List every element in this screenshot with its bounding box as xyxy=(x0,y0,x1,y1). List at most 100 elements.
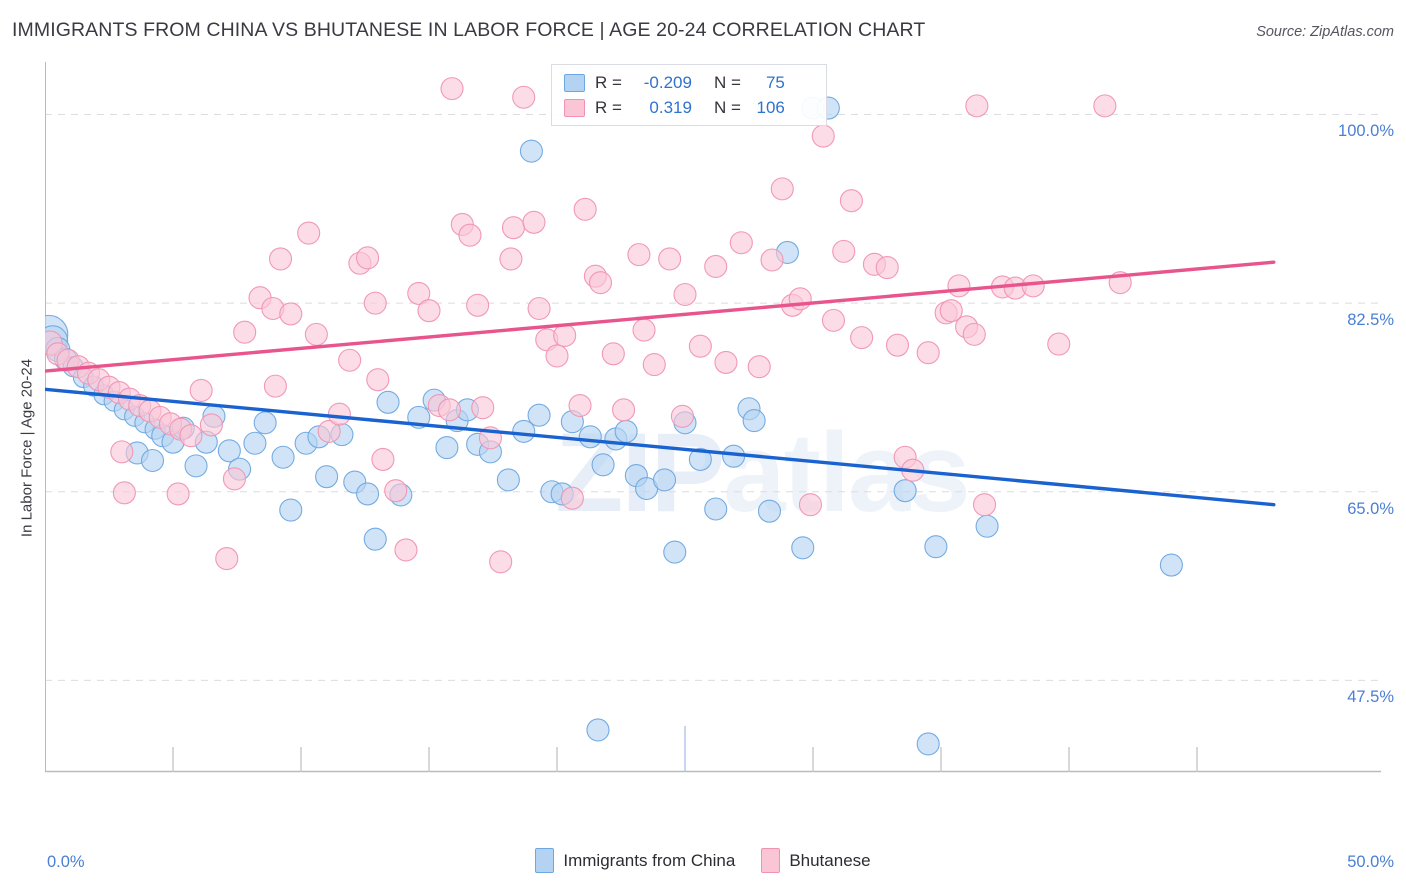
scatter-point-bhutanese xyxy=(704,254,728,279)
scatter-point-china xyxy=(363,527,387,551)
scatter-point-bhutanese xyxy=(962,322,986,346)
scatter-point-bhutanese xyxy=(222,467,246,491)
scatter-point-bhutanese xyxy=(965,94,989,118)
scatter-point-bhutanese xyxy=(437,398,462,422)
scatter-point-bhutanese xyxy=(263,374,287,398)
scatter-point-bhutanese xyxy=(297,221,321,245)
scatter-point-china xyxy=(1159,553,1183,577)
scatter-point-china xyxy=(916,732,940,756)
scatter-point-bhutanese xyxy=(627,243,651,267)
stats-row: R = 0.319 N = 106 xyxy=(564,95,816,120)
scatter-point-china xyxy=(519,139,543,163)
scatter-point-bhutanese xyxy=(304,322,328,346)
scatter-point-china xyxy=(591,453,615,477)
scatter-point-bhutanese xyxy=(553,323,577,348)
n-value: 75 xyxy=(765,72,785,92)
legend-item-china[interactable]: Immigrants from China xyxy=(535,848,735,873)
scatter-point-bhutanese xyxy=(673,282,697,307)
scatter-point-china xyxy=(435,436,459,460)
scatter-point-bhutanese xyxy=(832,239,856,263)
scatter-point-bhutanese xyxy=(356,246,380,270)
scatter-point-bhutanese xyxy=(642,353,666,377)
scatter-point-bhutanese xyxy=(560,486,584,510)
y-tick-label: 82.5% xyxy=(1347,311,1394,330)
scatter-point-bhutanese xyxy=(545,344,569,368)
scatter-point-bhutanese xyxy=(760,248,784,272)
source-attribution: Source: ZipAtlas.com xyxy=(1256,24,1394,40)
scatter-point-bhutanese xyxy=(166,482,190,506)
scatter-point-bhutanese xyxy=(573,197,597,221)
page-title: IMMIGRANTS FROM CHINA VS BHUTANESE IN LA… xyxy=(12,19,926,41)
scatter-point-bhutanese xyxy=(110,440,134,464)
legend-item-bhutanese[interactable]: Bhutanese xyxy=(761,848,871,873)
scatter-point-bhutanese xyxy=(821,308,846,332)
correlation-chart: IMMIGRANTS FROM CHINA VS BHUTANESE IN LA… xyxy=(0,0,1406,892)
scatter-point-bhutanese xyxy=(788,287,812,311)
legend-label: Bhutanese xyxy=(789,850,871,870)
scatter-point-bhutanese xyxy=(612,398,636,422)
legend-swatch xyxy=(535,848,555,873)
scatter-point-bhutanese xyxy=(471,396,495,420)
r-value: 0.319 xyxy=(649,97,692,117)
scatter-point-bhutanese xyxy=(601,342,625,366)
scatter-point-china xyxy=(496,468,520,492)
scatter-point-bhutanese xyxy=(1021,274,1045,298)
scatter-point-bhutanese xyxy=(363,291,387,315)
scatter-point-bhutanese xyxy=(916,341,940,365)
scatter-point-bhutanese xyxy=(972,493,997,517)
scatter-point-china xyxy=(704,497,728,521)
scatter-point-bhutanese xyxy=(885,333,910,357)
scatter-point-bhutanese xyxy=(527,296,551,321)
scatter-point-china xyxy=(975,514,999,538)
scatter-point-bhutanese xyxy=(1093,94,1117,118)
scatter-point-china xyxy=(757,499,782,523)
n-label: N = xyxy=(713,72,741,92)
n-label: N = xyxy=(713,97,741,117)
scatter-point-bhutanese xyxy=(729,231,753,255)
scatter-point-bhutanese xyxy=(522,210,546,234)
r-label: R = xyxy=(595,97,622,117)
scatter-point-china xyxy=(279,498,303,522)
stats-row: R = -0.209 N = 75 xyxy=(564,70,816,95)
stats-swatch-blue xyxy=(564,73,585,92)
scatter-point-bhutanese xyxy=(947,274,971,298)
scatter-point-china xyxy=(742,409,766,433)
scatter-point-bhutanese xyxy=(233,320,257,344)
scatter-point-bhutanese xyxy=(512,85,536,109)
series-legend: Immigrants from China Bhutanese xyxy=(0,848,1406,873)
scatter-point-china xyxy=(791,536,815,560)
y-tick-label: 47.5% xyxy=(1347,688,1394,707)
scatter-point-bhutanese xyxy=(501,216,526,240)
scatter-point-bhutanese xyxy=(770,177,794,201)
scatter-point-china xyxy=(614,419,638,443)
correlation-stats-box: R = -0.209 N = 75 R = 0.319 N = 106 xyxy=(551,64,827,126)
scatter-point-china xyxy=(663,540,687,564)
scatter-point-bhutanese xyxy=(338,348,362,372)
scatter-point-china xyxy=(243,431,267,455)
scatter-point-china xyxy=(586,718,610,742)
scatter-point-china xyxy=(253,411,277,435)
scatter-point-bhutanese xyxy=(688,334,712,358)
scatter-point-bhutanese xyxy=(568,393,592,418)
scatter-point-bhutanese xyxy=(327,402,351,426)
scatter-point-bhutanese xyxy=(279,302,303,326)
scatter-point-bhutanese xyxy=(839,189,863,213)
scatter-point-bhutanese xyxy=(875,256,899,280)
scatter-plot-svg xyxy=(45,62,1381,773)
scatter-point-bhutanese xyxy=(268,247,293,271)
scatter-point-china xyxy=(924,535,948,559)
scatter-point-bhutanese xyxy=(384,479,408,503)
scatter-point-china xyxy=(376,390,400,414)
plot-area: In Labor Force | Age 20-24 xyxy=(19,62,1381,834)
legend-swatch xyxy=(761,848,781,873)
scatter-point-bhutanese xyxy=(588,271,613,295)
scatter-point-bhutanese xyxy=(714,350,738,374)
scatter-point-bhutanese xyxy=(394,538,418,562)
scatter-point-bhutanese xyxy=(670,404,694,428)
scatter-point-bhutanese xyxy=(417,299,441,323)
y-tick-label: 65.0% xyxy=(1347,499,1394,518)
scatter-point-china xyxy=(271,445,295,469)
scatter-point-bhutanese xyxy=(371,447,395,471)
scatter-point-bhutanese xyxy=(747,355,771,379)
r-value: -0.209 xyxy=(643,72,692,92)
